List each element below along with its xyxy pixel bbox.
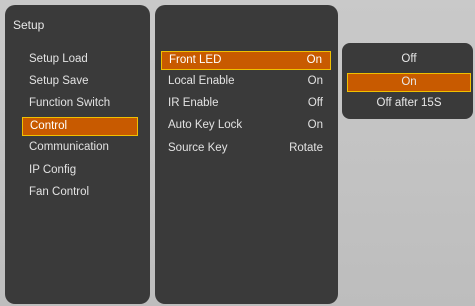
menu-item-setup-save[interactable]: Setup Save (22, 73, 138, 92)
control-item-local-enable[interactable]: Local Enable On (161, 73, 331, 92)
menu-item-fan-control[interactable]: Fan Control (22, 184, 138, 203)
menu-item-function-switch[interactable]: Function Switch (22, 95, 138, 114)
control-item-label: Auto Key Lock (168, 119, 243, 131)
menu-item-ip-config[interactable]: IP Config (22, 162, 138, 181)
menu-item-control[interactable]: Control (22, 117, 138, 136)
option-off-after-15s[interactable]: Off after 15S (347, 95, 471, 114)
control-item-value: Off (307, 97, 323, 109)
control-item-label: IR Enable (168, 97, 219, 109)
osd-screen: Setup Setup Load Setup Save Function Swi… (0, 0, 475, 306)
control-item-value: Rotate (289, 142, 323, 154)
control-item-value: On (306, 54, 322, 66)
control-item-label: Front LED (169, 54, 222, 66)
option-on[interactable]: On (347, 73, 471, 92)
control-item-value: On (307, 119, 323, 131)
setup-title: Setup (13, 18, 45, 32)
menu-item-communication[interactable]: Communication (22, 139, 138, 158)
option-off[interactable]: Off (347, 51, 471, 70)
control-item-label: Local Enable (168, 75, 235, 87)
control-item-ir-enable[interactable]: IR Enable Off (161, 95, 331, 114)
control-item-front-led[interactable]: Front LED On (161, 51, 331, 70)
menu-item-setup-load[interactable]: Setup Load (22, 51, 138, 70)
control-item-source-key[interactable]: Source Key Rotate (161, 140, 331, 159)
control-item-auto-key-lock[interactable]: Auto Key Lock On (161, 117, 331, 136)
control-item-label: Source Key (168, 142, 228, 154)
control-item-value: On (307, 75, 323, 87)
